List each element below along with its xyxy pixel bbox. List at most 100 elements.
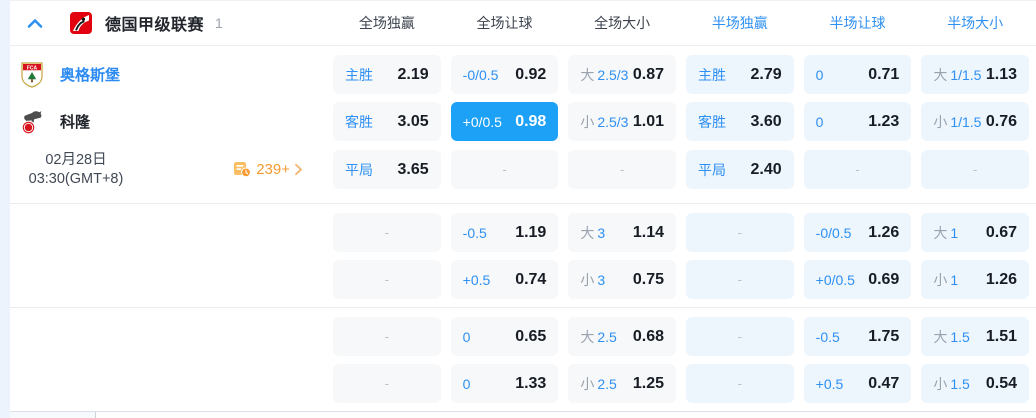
odds-cell[interactable]: 大 1 0.67	[921, 213, 1029, 252]
under-label: 小	[933, 271, 948, 288]
bundesliga-logo-icon	[70, 12, 92, 34]
odds-cell[interactable]: 小 1/1.5 0.76	[921, 102, 1029, 141]
odds-cell[interactable]: +0.5 0.47	[803, 364, 912, 403]
odds-cell[interactable]: 主胜 2.79	[685, 55, 794, 94]
odds-value: 1.26	[985, 270, 1017, 288]
line-label: 0	[462, 328, 471, 345]
line-label: 平局	[345, 161, 373, 178]
odds-value: 0.69	[868, 270, 900, 288]
page-gutter	[0, 0, 10, 418]
odds-cell[interactable]: +0.5 0.74	[450, 260, 559, 299]
line-label: 2.5/3	[597, 113, 629, 130]
odds-value: 1.25	[632, 374, 664, 392]
odds-value: 0.92	[515, 65, 547, 83]
line-label: 1.5	[950, 375, 970, 392]
line-label: +0/0.5	[462, 113, 502, 130]
main-odds-section: FCA 奥格斯堡 主胜 2.19 -0/0.5 0.92 大 2.5/3 0.87 主胜…	[10, 46, 1036, 204]
odds-cell[interactable]: 小 2.5/3 1.01	[568, 102, 676, 141]
odds-cell[interactable]: 大 3 1.14	[568, 213, 676, 252]
league-info: 德国甲级联赛 1	[10, 11, 323, 35]
dash-placeholder: -	[855, 162, 860, 177]
home-team-cell: FCA 奥格斯堡	[10, 55, 323, 94]
under-label: 小	[933, 375, 948, 392]
dash-placeholder: -	[384, 225, 389, 240]
line-label: 主胜	[697, 66, 726, 83]
odds-cell[interactable]: 0 1.33	[450, 364, 559, 403]
line-label: -0/0.5	[815, 224, 852, 241]
alt-line-row: - 0 0.65 大 2.5 0.68 - -0.5 1.75 大 1.5 1.51	[10, 317, 1036, 356]
odds-cell[interactable]: 0 0.65	[450, 317, 559, 356]
odds-cell[interactable]: 平局 3.65	[333, 150, 441, 189]
over-label: 大	[933, 328, 948, 345]
line-label: 2.5	[597, 328, 617, 345]
odds-cell-empty: -	[685, 213, 794, 252]
alt-lines-section-2: - 0 0.65 大 2.5 0.68 - -0.5 1.75 大 1.5 1.51 - 0…	[10, 308, 1036, 412]
match-kickoff: 03:30(GMT+8)	[28, 170, 124, 187]
line-label: -0/0.5	[462, 66, 499, 83]
markets-doc-clock-icon	[233, 161, 252, 178]
odds-cell[interactable]: 客胜 3.05	[333, 102, 441, 141]
odds-value: 1.51	[985, 327, 1017, 345]
odds-value: 2.79	[750, 65, 782, 83]
odds-cell[interactable]: 大 2.5/3 0.87	[568, 55, 676, 94]
odds-cell[interactable]: -0.5 1.19	[450, 213, 559, 252]
odds-cell[interactable]: 主胜 2.19	[333, 55, 441, 94]
odds-cell[interactable]: 客胜 3.60	[685, 102, 794, 141]
odds-page: 德国甲级联赛 1 全场独赢 全场让球 全场大小 半场独赢 半场让球 半场大小 F…	[0, 0, 1036, 418]
odds-cell[interactable]: 小 3 0.75	[568, 260, 676, 299]
odds-value: 1.33	[515, 374, 547, 392]
odds-cell[interactable]: -0.5 1.75	[803, 317, 912, 356]
odds-cell[interactable]: 小 2.5 1.25	[568, 364, 676, 403]
odds-cell[interactable]: 平局 2.40	[685, 150, 794, 189]
line-label: 0	[815, 113, 824, 130]
line-label: 2.5	[597, 375, 617, 392]
odds-value: 0.74	[515, 270, 547, 288]
dash-placeholder: -	[737, 329, 742, 344]
odds-value: 0.65	[515, 327, 547, 345]
odds-cell[interactable]: 大 1.5 1.51	[921, 317, 1029, 356]
next-league-row-stub	[10, 412, 1036, 418]
odds-cell[interactable]: 大 1/1.5 1.13	[921, 55, 1029, 94]
match-time-cell: 02月28日 03:30(GMT+8) 239+	[10, 149, 323, 190]
home-team-row: FCA 奥格斯堡 主胜 2.19 -0/0.5 0.92 大 2.5/3 0.87 主胜…	[10, 55, 1036, 94]
col-header-halftime-handicap: 半场让球	[829, 15, 886, 31]
svg-text:FCA: FCA	[27, 65, 38, 71]
under-label: 小	[580, 271, 595, 288]
odds-cell[interactable]: -0/0.5 1.26	[803, 213, 912, 252]
dash-placeholder: -	[384, 329, 389, 344]
odds-cell[interactable]: 小 1 1.26	[921, 260, 1029, 299]
odds-cell-selected[interactable]: +0/0.5 0.98	[450, 102, 559, 141]
odds-value: 1.75	[868, 327, 900, 345]
odds-cell-empty: -	[333, 213, 441, 252]
away-team-cell: 科隆	[10, 102, 323, 141]
more-markets-count: 239+	[256, 161, 290, 178]
line-label: 1/1.5	[950, 66, 982, 83]
more-markets-button[interactable]: 239+	[233, 161, 303, 178]
over-label: 大	[580, 66, 595, 83]
odds-cell-empty: -	[685, 317, 794, 356]
under-label: 小	[933, 113, 948, 130]
under-label: 小	[580, 375, 595, 392]
odds-cell[interactable]: 0 0.71	[803, 55, 912, 94]
odds-cell-empty: -	[921, 150, 1029, 189]
odds-cell[interactable]: +0/0.5 0.69	[803, 260, 912, 299]
line-label: 主胜	[345, 66, 373, 83]
odds-cell-empty: -	[333, 364, 441, 403]
odds-cell[interactable]: 大 2.5 0.68	[568, 317, 676, 356]
match-date: 02月28日	[45, 151, 107, 168]
line-label: 0	[815, 66, 824, 83]
line-label: -0.5	[462, 224, 487, 241]
odds-cell[interactable]: -0/0.5 0.92	[450, 55, 559, 94]
match-count: 1	[215, 15, 223, 31]
under-label: 小	[580, 113, 595, 130]
line-label: 1	[950, 271, 959, 288]
draw-time-row: 02月28日 03:30(GMT+8) 239+ 平局 3.65 - - 平局 …	[10, 149, 1036, 190]
collapse-chevron-up-icon[interactable]	[27, 18, 43, 29]
odds-cell[interactable]: 小 1.5 0.54	[921, 364, 1029, 403]
odds-value: 0.47	[868, 374, 900, 392]
dash-placeholder: -	[619, 162, 625, 177]
odds-cell[interactable]: 0 1.23	[803, 102, 912, 141]
odds-value: 3.05	[397, 112, 429, 130]
odds-value: 0.67	[985, 223, 1017, 241]
